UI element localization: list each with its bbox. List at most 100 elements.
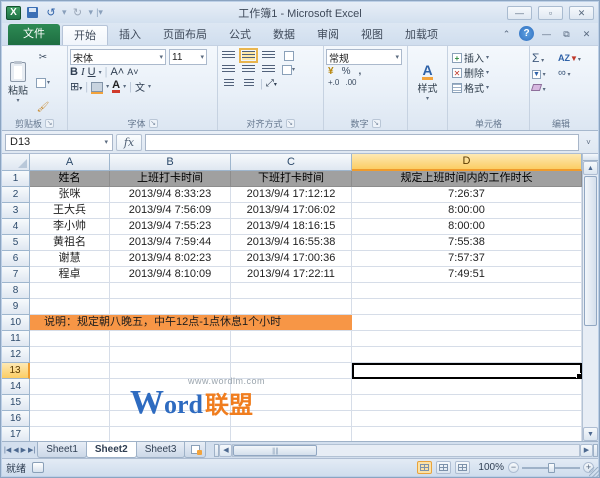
next-sheet-icon[interactable]: ▶	[21, 446, 26, 454]
cell-A17[interactable]	[30, 427, 110, 441]
merge-center-icon[interactable]: ▾	[280, 63, 297, 76]
cell-C5[interactable]: 2013/9/4 16:55:38	[231, 235, 352, 251]
cell-D6[interactable]: 7:57:37	[352, 251, 582, 267]
macro-record-icon[interactable]	[32, 462, 44, 473]
cell-C4[interactable]: 2013/9/4 18:16:15	[231, 219, 352, 235]
cell-B7[interactable]: 2013/9/4 8:10:09	[110, 267, 231, 283]
bold-button[interactable]: B	[70, 66, 78, 78]
row-header-1[interactable]: 1	[2, 171, 30, 187]
vertical-scrollbar[interactable]: ▲ ▼	[582, 154, 598, 441]
restore-button[interactable]: ▫	[538, 6, 563, 20]
sheet-tab-sheet1[interactable]: Sheet1	[37, 442, 87, 458]
font-name-combo[interactable]: 宋体▾	[70, 49, 166, 65]
cell-D10[interactable]	[352, 315, 582, 331]
horizontal-scroll-track[interactable]: ∥∥	[232, 444, 580, 457]
underline-dropdown-icon[interactable]: ▾	[99, 69, 102, 76]
font-size-combo[interactable]: 11▾	[169, 49, 207, 65]
find-select-button[interactable]: ∞ ▾	[558, 67, 584, 79]
delete-cells-button[interactable]: ✕ 删除▾	[452, 65, 527, 80]
scroll-up-icon[interactable]: ▲	[583, 161, 598, 175]
page-layout-view-button[interactable]	[436, 461, 451, 474]
cell-A5[interactable]: 黄祖名	[30, 235, 110, 251]
row-header-14[interactable]: 14	[2, 379, 30, 395]
cell-A1[interactable]: 姓名	[30, 171, 110, 187]
workbook-restore-icon[interactable]: ⧉	[559, 27, 574, 41]
row-header-17[interactable]: 17	[2, 427, 30, 441]
zoom-level[interactable]: 100%	[474, 462, 504, 473]
cell-A4[interactable]: 李小帅	[30, 219, 110, 235]
orientation-icon[interactable]: ⤢▾	[266, 78, 277, 89]
copy-button[interactable]: ▾	[32, 75, 54, 90]
italic-button[interactable]: I	[81, 66, 85, 78]
row-header-11[interactable]: 11	[2, 331, 30, 347]
cell-C3[interactable]: 2013/9/4 17:06:02	[231, 203, 352, 219]
insert-worksheet-button[interactable]	[184, 442, 206, 458]
file-tab[interactable]: 文件	[8, 24, 60, 45]
column-header-B[interactable]: B	[110, 154, 231, 171]
cell-A13[interactable]	[30, 363, 110, 379]
cell-A16[interactable]	[30, 411, 110, 427]
cell-C7[interactable]: 2013/9/4 17:22:11	[231, 267, 352, 283]
cell-A11[interactable]	[30, 331, 110, 347]
name-box[interactable]: D13▾	[5, 134, 113, 151]
row-header-10[interactable]: 10	[2, 315, 30, 331]
fill-color-icon[interactable]	[91, 82, 103, 92]
cell-A6[interactable]: 谢慧	[30, 251, 110, 267]
close-button[interactable]: ✕	[569, 6, 594, 20]
first-sheet-icon[interactable]: |◀	[4, 446, 11, 454]
row-header-12[interactable]: 12	[2, 347, 30, 363]
cell-B4[interactable]: 2013/9/4 7:55:23	[110, 219, 231, 235]
format-painter-button[interactable]: 🖌	[32, 100, 54, 115]
autosum-button[interactable]: Σ ▾	[532, 51, 558, 65]
row-header-8[interactable]: 8	[2, 283, 30, 299]
row-header-5[interactable]: 5	[2, 235, 30, 251]
cell-D3[interactable]: 8:00:00	[352, 203, 582, 219]
cell-B12[interactable]	[110, 347, 231, 363]
horizontal-scroll-thumb[interactable]: ∥∥	[233, 445, 317, 456]
cell-B2[interactable]: 2013/9/4 8:33:23	[110, 187, 231, 203]
grow-font-button[interactable]: A˄	[110, 66, 124, 78]
font-dialog-launcher-icon[interactable]: ↘	[149, 119, 158, 128]
cell-D16[interactable]	[352, 411, 582, 427]
resize-grip[interactable]	[589, 467, 599, 477]
cell-C9[interactable]	[231, 299, 352, 315]
row-header-3[interactable]: 3	[2, 203, 30, 219]
tab-addins[interactable]: 加载项	[394, 25, 449, 45]
zoom-out-icon[interactable]: −	[508, 462, 519, 473]
cell-D9[interactable]	[352, 299, 582, 315]
number-dialog-launcher-icon[interactable]: ↘	[372, 119, 381, 128]
cell-A9[interactable]	[30, 299, 110, 315]
cell-A14[interactable]	[30, 379, 110, 395]
clear-button[interactable]: ▾	[532, 82, 558, 94]
minimize-button[interactable]: —	[507, 6, 532, 20]
cell-D2[interactable]: 7:26:37	[352, 187, 582, 203]
cell-D17[interactable]	[352, 427, 582, 441]
cell-A12[interactable]	[30, 347, 110, 363]
cell-D4[interactable]: 8:00:00	[352, 219, 582, 235]
sheet-tab-sheet2[interactable]: Sheet2	[86, 442, 137, 458]
normal-view-button[interactable]	[417, 461, 432, 474]
cell-A10-note[interactable]: 说明：规定朝八晚五，中午12点-1点休息1个小时	[30, 315, 352, 331]
align-middle-icon[interactable]	[240, 49, 257, 62]
tab-home[interactable]: 开始	[62, 25, 108, 45]
cell-D13[interactable]	[352, 363, 582, 379]
percent-style-icon[interactable]: %	[342, 66, 351, 77]
tab-review[interactable]: 审阅	[306, 25, 350, 45]
column-header-D[interactable]: D	[352, 154, 582, 171]
cell-B6[interactable]: 2013/9/4 8:02:23	[110, 251, 231, 267]
cell-D5[interactable]: 7:55:38	[352, 235, 582, 251]
scroll-left-icon[interactable]: ◀	[219, 444, 232, 457]
page-break-view-button[interactable]	[455, 461, 470, 474]
cell-C17[interactable]	[231, 427, 352, 441]
comma-style-icon[interactable]: ,	[358, 66, 361, 77]
expand-formula-bar-icon[interactable]: ˅	[582, 138, 595, 147]
row-header-9[interactable]: 9	[2, 299, 30, 315]
cell-B1[interactable]: 上班打卡时间	[110, 171, 231, 187]
insert-function-button[interactable]: fx	[116, 134, 142, 151]
prev-sheet-icon[interactable]: ◀	[13, 446, 18, 454]
styles-button[interactable]: A 样式 ▾	[410, 48, 445, 117]
insert-cells-button[interactable]: + 插入▾	[452, 50, 527, 65]
tab-data[interactable]: 数据	[262, 25, 306, 45]
underline-button[interactable]: U	[88, 66, 96, 78]
cell-B9[interactable]	[110, 299, 231, 315]
